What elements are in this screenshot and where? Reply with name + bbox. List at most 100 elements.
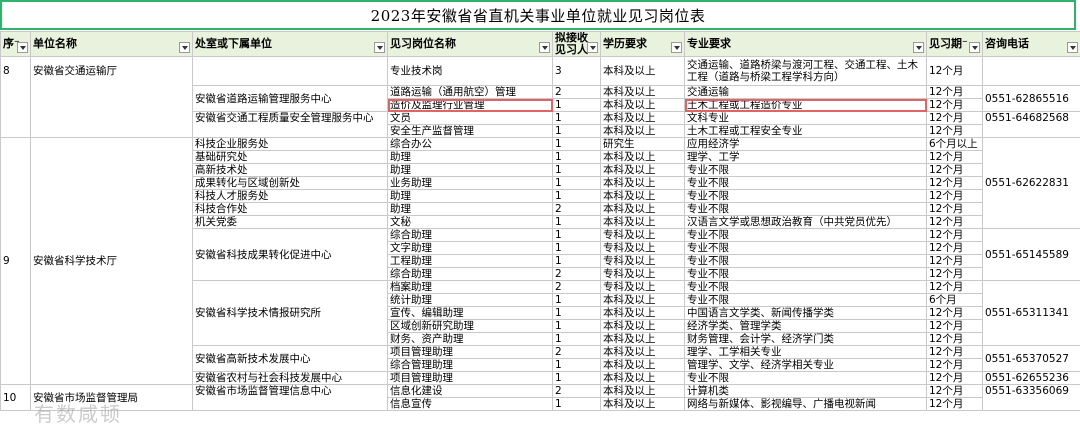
cell-edu[interactable]: 本科及以上: [600, 124, 685, 138]
cell-edu[interactable]: 本科及以上: [600, 345, 685, 359]
filter-dropdown-icon[interactable]: [587, 42, 598, 53]
cell-edu[interactable]: 本科及以上: [600, 384, 685, 398]
filter-dropdown-icon[interactable]: [671, 42, 682, 53]
cell-post[interactable]: 综合助理: [387, 228, 553, 242]
cell-period[interactable]: 12个月: [926, 319, 983, 333]
cell-phone[interactable]: 0551-65311341: [982, 280, 1080, 346]
cell-period[interactable]: 12个月: [926, 124, 983, 138]
cell-seq[interactable]: 8: [0, 56, 31, 138]
cell-period[interactable]: 12个月: [926, 371, 983, 385]
cell-period[interactable]: 12个月: [926, 111, 983, 125]
cell-count[interactable]: 1: [552, 306, 601, 320]
cell-major[interactable]: 专业不限: [684, 228, 927, 242]
cell-period[interactable]: 12个月: [926, 358, 983, 372]
cell-count[interactable]: 1: [552, 254, 601, 268]
cell-dept[interactable]: 科技人才服务处: [192, 189, 388, 203]
cell-edu[interactable]: 本科及以上: [600, 371, 685, 385]
cell-count[interactable]: 1: [552, 228, 601, 242]
cell-post[interactable]: 项目管理助理: [387, 371, 553, 385]
cell-edu[interactable]: 本科及以上: [600, 98, 685, 112]
cell-major[interactable]: 理学、工学: [684, 150, 927, 164]
cell-major[interactable]: 应用经济学: [684, 137, 927, 151]
filter-dropdown-icon[interactable]: [179, 42, 190, 53]
cell-major[interactable]: 专业不限: [684, 202, 927, 216]
cell-phone[interactable]: 0551-62655236: [982, 371, 1080, 385]
cell-seq[interactable]: 9: [0, 137, 31, 385]
cell-post[interactable]: 综合管理助理: [387, 358, 553, 372]
cell-major[interactable]: 理学、工学相关专业: [684, 345, 927, 359]
cell-unit[interactable]: 安徽省交通运输厅: [30, 56, 193, 138]
cell-period[interactable]: 12个月: [926, 267, 983, 281]
cell-major[interactable]: 管理学、文学、经济学相关专业: [684, 358, 927, 372]
cell-count[interactable]: 1: [552, 98, 601, 112]
cell-post[interactable]: 文员: [387, 111, 553, 125]
cell-period[interactable]: 12个月: [926, 163, 983, 177]
cell-seq[interactable]: 10: [0, 384, 31, 411]
cell-dept[interactable]: 基础研究处: [192, 150, 388, 164]
cell-count[interactable]: 2: [552, 85, 601, 99]
cell-post[interactable]: 文字助理: [387, 241, 553, 255]
cell-dept[interactable]: 安徽省科学技术情报研究所: [192, 280, 388, 346]
cell-post[interactable]: 信息化建设: [387, 384, 553, 398]
cell-edu[interactable]: 本科及以上: [600, 56, 685, 86]
cell-major[interactable]: 专业不限: [684, 280, 927, 294]
cell-edu[interactable]: 本科及以上: [600, 189, 685, 203]
cell-post[interactable]: 宣传、编辑助理: [387, 306, 553, 320]
cell-unit[interactable]: 安徽省市场监督管理局: [30, 384, 193, 411]
cell-period[interactable]: 12个月: [926, 150, 983, 164]
cell-count[interactable]: 1: [552, 358, 601, 372]
cell-period[interactable]: 6个月以上: [926, 137, 983, 151]
cell-post[interactable]: 助理: [387, 189, 553, 203]
cell-count[interactable]: 1: [552, 124, 601, 138]
cell-count[interactable]: 3: [552, 56, 601, 86]
cell-major[interactable]: 专业不限: [684, 254, 927, 268]
cell-edu[interactable]: 研究生: [600, 137, 685, 151]
cell-period[interactable]: 12个月: [926, 345, 983, 359]
cell-post[interactable]: 综合办公: [387, 137, 553, 151]
cell-period[interactable]: 12个月: [926, 176, 983, 190]
cell-phone[interactable]: 0551-64682568: [982, 111, 1080, 138]
cell-dept[interactable]: 科技企业服务处: [192, 137, 388, 151]
cell-period[interactable]: 12个月: [926, 306, 983, 320]
cell-major[interactable]: 专业不限: [684, 293, 927, 307]
cell-edu[interactable]: 本科及以上: [600, 85, 685, 99]
cell-post[interactable]: 助理: [387, 163, 553, 177]
cell-dept[interactable]: 机关党委: [192, 215, 388, 229]
cell-count[interactable]: 1: [552, 397, 601, 411]
cell-post[interactable]: 档案助理: [387, 280, 553, 294]
cell-post[interactable]: 文秘: [387, 215, 553, 229]
cell-edu[interactable]: 本科及以上: [600, 215, 685, 229]
cell-period[interactable]: 12个月: [926, 228, 983, 242]
cell-major[interactable]: 土木工程或工程安全专业: [684, 124, 927, 138]
cell-major[interactable]: 交通运输、道路桥梁与渡河工程、交通工程、土木工程（道路与桥梁工程学科方向）: [684, 56, 927, 86]
cell-dept[interactable]: 安徽省交通工程质量安全管理服务中心: [192, 111, 388, 138]
cell-post[interactable]: 道路运输（通用航空）管理: [387, 85, 553, 99]
cell-major[interactable]: 专业不限: [684, 371, 927, 385]
cell-edu[interactable]: 本科及以上: [600, 176, 685, 190]
cell-count[interactable]: 1: [552, 215, 601, 229]
cell-edu[interactable]: 本科及以上: [600, 202, 685, 216]
cell-major[interactable]: 专业不限: [684, 267, 927, 281]
cell-count[interactable]: 2: [552, 384, 601, 398]
cell-period[interactable]: 6个月: [926, 293, 983, 307]
cell-dept[interactable]: 安徽省科技成果转化促进中心: [192, 228, 388, 281]
cell-phone[interactable]: 0551-65370527: [982, 345, 1080, 372]
cell-edu[interactable]: 专科及以上: [600, 254, 685, 268]
cell-period[interactable]: 12个月: [926, 56, 983, 86]
cell-phone[interactable]: 0551-62622831: [982, 137, 1080, 229]
cell-count[interactable]: 2: [552, 345, 601, 359]
cell-count[interactable]: 1: [552, 150, 601, 164]
cell-count[interactable]: 1: [552, 241, 601, 255]
cell-major[interactable]: 专业不限: [684, 241, 927, 255]
cell-count[interactable]: 1: [552, 111, 601, 125]
cell-dept[interactable]: [192, 56, 388, 86]
cell-post[interactable]: 工程助理: [387, 254, 553, 268]
cell-count[interactable]: 1: [552, 163, 601, 177]
cell-post[interactable]: 财务、资产助理: [387, 332, 553, 346]
cell-phone[interactable]: 0551-63356069: [982, 384, 1080, 411]
cell-major[interactable]: 计算机类: [684, 384, 927, 398]
cell-dept[interactable]: 安徽省市场监督管理信息中心: [192, 384, 388, 411]
cell-period[interactable]: 12个月: [926, 384, 983, 398]
cell-count[interactable]: 1: [552, 332, 601, 346]
filter-dropdown-icon[interactable]: [969, 42, 980, 53]
